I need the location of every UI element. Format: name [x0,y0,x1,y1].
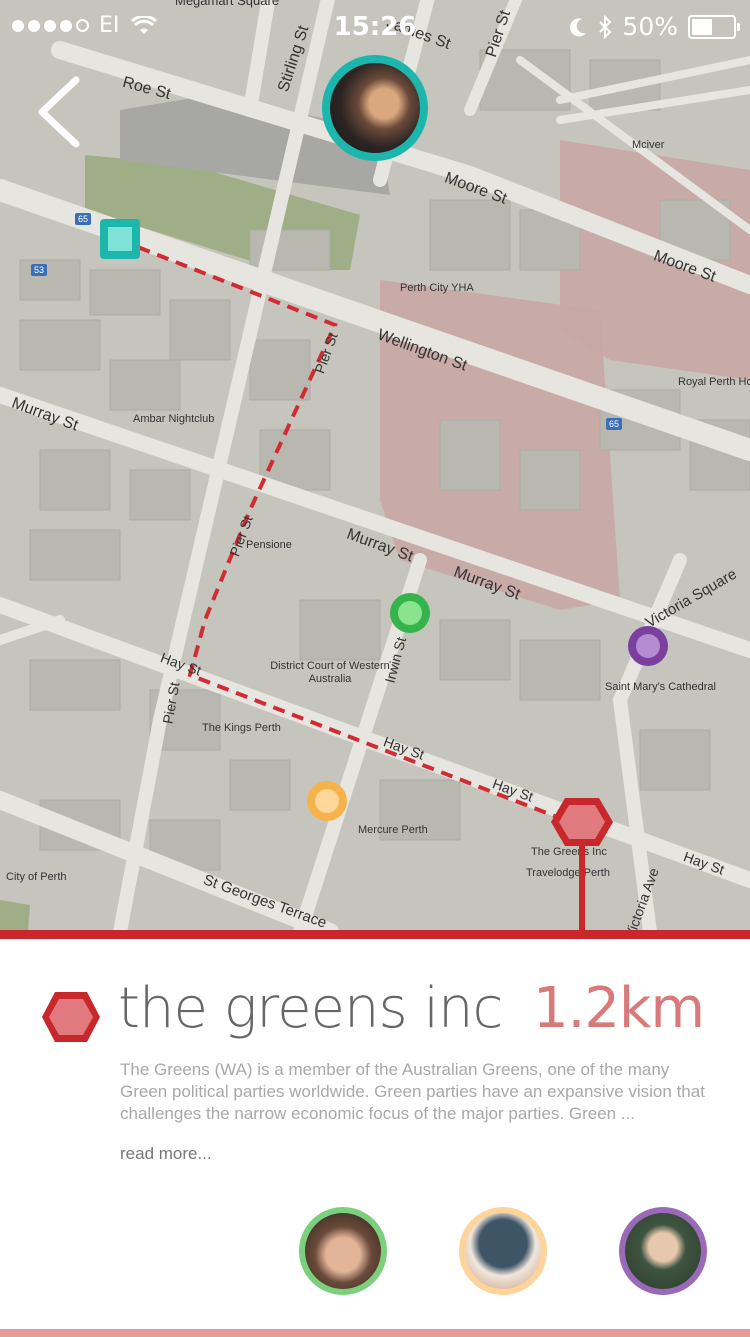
organization-name: the greens inc [118,976,503,1041]
avatar-photo [330,63,420,153]
hexagon-icon [42,992,100,1042]
user-avatar[interactable] [322,55,428,161]
organization-description: The Greens (WA) is a member of the Austr… [120,1060,705,1123]
battery-icon [688,14,740,39]
place-label: Mciver [632,139,665,151]
destination-hexagon-marker[interactable] [549,794,615,932]
green-location-marker[interactable] [390,593,430,633]
place-label: City of Perth [6,871,67,883]
member-avatar[interactable] [459,1207,547,1295]
status-bar: EI 15:26 50% [0,0,750,56]
avatar-photo [625,1213,701,1289]
orange-location-marker[interactable] [307,781,347,821]
location-detail-panel: the greens inc 1.2km The Greens (WA) is … [0,939,750,1329]
place-label: Mercure Perth [358,824,428,836]
avatar-photo [465,1213,541,1289]
bluetooth-icon [599,14,612,39]
start-location-marker[interactable] [100,219,140,259]
distance: 1.2km [532,976,705,1041]
purple-location-marker[interactable] [628,626,668,666]
panel-top-border [0,930,750,939]
place-label: District Court of Western Australia [270,660,390,685]
route-shield: 65 [606,418,623,430]
member-avatar[interactable] [299,1207,387,1295]
moon-icon [570,17,587,36]
place-label: Pensione [246,539,292,551]
place-label: Perth City YHA [400,282,474,294]
avatar-photo [305,1213,381,1289]
map-view[interactable]: Megamart Square Roe St Stirling St James… [0,0,750,932]
battery-percent: 50% [622,12,678,41]
route-shield: 53 [31,264,48,276]
back-chevron-icon[interactable] [34,76,84,148]
place-label: The Kings Perth [202,722,281,734]
place-label: Saint Mary's Cathedral [605,681,716,693]
read-more-link[interactable]: read more... [120,1144,212,1164]
footer-border [0,1329,750,1337]
place-label: Ambar Nightclub [133,413,215,425]
place-label: Royal Perth Ho [678,376,750,388]
member-avatar[interactable] [619,1207,707,1295]
route-shield: 65 [75,213,92,225]
